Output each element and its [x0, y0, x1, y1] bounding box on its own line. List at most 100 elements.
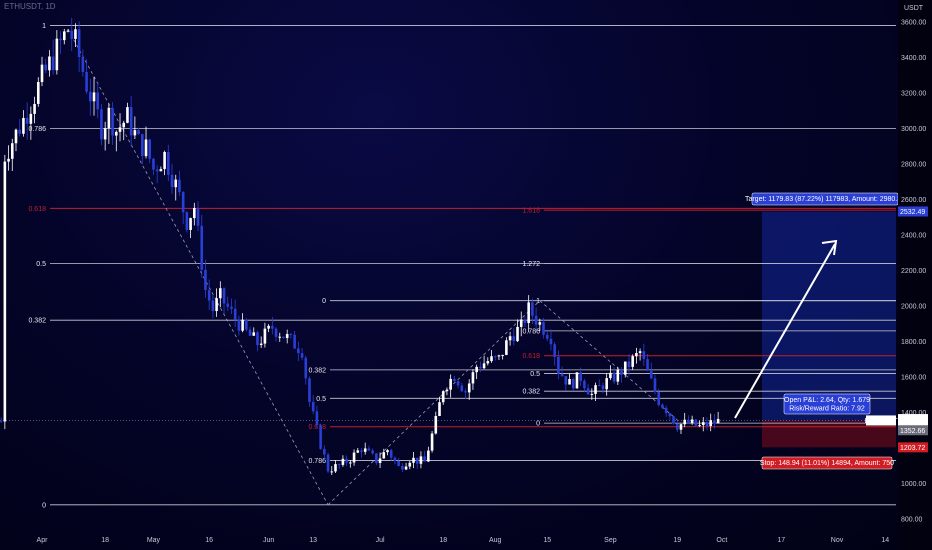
- candle-body: [683, 419, 686, 425]
- candle-body: [259, 343, 263, 346]
- candle-body: [412, 457, 415, 463]
- candle-body: [181, 192, 185, 213]
- candle-body: [471, 372, 475, 384]
- candle-body: [323, 448, 326, 455]
- candle-body: [713, 420, 716, 424]
- fib-mid-level-label: 0.382: [308, 367, 326, 374]
- x-tick-label: Jul: [376, 537, 385, 544]
- candle-body: [103, 128, 107, 140]
- candle-body: [668, 413, 672, 417]
- x-tick-label: Sep: [604, 537, 617, 544]
- pnl-label-text: Open P&L: 2.64, Qty: 1.679: [784, 397, 870, 404]
- candle-body: [542, 322, 545, 335]
- candle-body: [486, 361, 490, 364]
- y-tick-label: 2800.00: [901, 162, 926, 169]
- candle-body: [233, 308, 237, 320]
- candle-body: [516, 326, 519, 342]
- candle-body: [267, 325, 270, 329]
- candle-body: [586, 388, 590, 395]
- y-tick-label: 3000.00: [901, 126, 926, 133]
- candle-body: [211, 300, 215, 312]
- candle-body: [337, 464, 341, 466]
- candle-body: [557, 356, 560, 374]
- x-tick-label: 18: [101, 537, 109, 544]
- candle-body: [527, 302, 530, 324]
- y-tick-label: 3600.00: [901, 20, 926, 27]
- candle-body: [694, 419, 698, 426]
- x-tick-label: May: [147, 537, 161, 544]
- candle-body: [36, 82, 40, 104]
- candle-body: [70, 30, 74, 39]
- candle-body: [137, 130, 140, 135]
- candle-body: [456, 381, 460, 386]
- candle-body: [248, 329, 252, 336]
- candle-body: [679, 424, 683, 430]
- candle-body: [675, 423, 679, 430]
- candle-body: [304, 357, 308, 379]
- candle-body: [14, 129, 18, 144]
- candle-body: [649, 370, 653, 379]
- price-chart[interactable]: 1 0.786 0.618 0.5 0.382 0 0 0.382 0.5 0.618 0.786 1…: [0, 0, 932, 550]
- fib-left-level-label: 0: [42, 502, 46, 509]
- candle-body: [531, 302, 534, 316]
- fib-mid-level-label: 0.5: [316, 396, 326, 403]
- candle-body: [393, 457, 397, 461]
- candle-body: [449, 378, 452, 390]
- candle-body: [3, 161, 7, 422]
- candle-body: [185, 212, 189, 230]
- y-tick-label: 1600.00: [901, 375, 926, 382]
- y-tick-label: 2000.00: [901, 304, 926, 311]
- target-label-text: Target: 1179.83 (87.22%) 117983, Amount:…: [745, 196, 905, 203]
- chart-stage: ETHUSDT, 1D 1 0.786 0.618 0.5 0.382 0 0 0.382 0.…: [0, 0, 932, 550]
- candle-body: [10, 143, 14, 159]
- candle-body: [22, 117, 25, 134]
- candle-body: [419, 456, 423, 464]
- candle-body: [92, 92, 96, 102]
- candle-body: [193, 207, 196, 219]
- candle-body: [375, 453, 378, 463]
- candle-body: [55, 38, 59, 71]
- candle-body: [441, 391, 445, 403]
- candle-body: [438, 402, 441, 416]
- candle-body: [7, 158, 10, 162]
- x-tick-label: Jun: [263, 537, 274, 544]
- candle-body: [308, 378, 311, 402]
- candle-body: [575, 372, 579, 389]
- candle-body: [397, 460, 400, 466]
- candle-body: [386, 450, 389, 453]
- y-tick-label: 1800.00: [901, 339, 926, 346]
- candle-body: [672, 416, 675, 424]
- candle-body: [404, 466, 408, 470]
- candle-body: [282, 336, 285, 339]
- candle-body: [605, 378, 608, 390]
- candle-body: [237, 319, 241, 331]
- candle-body: [77, 29, 81, 58]
- candle-body: [363, 448, 367, 452]
- candle-body: [508, 336, 512, 341]
- fib-right-level-label: 0.786: [522, 328, 540, 335]
- x-tick-label: 16: [205, 537, 213, 544]
- candle-body: [423, 456, 426, 462]
- trendline: [67, 28, 329, 505]
- candle-body: [631, 356, 634, 367]
- pnl-label-text: Risk/Reward Ratio: 7.92: [789, 406, 865, 413]
- price-tag-label: 2532.49: [900, 209, 925, 216]
- fib-right-level-label: 1.618: [522, 208, 540, 215]
- candle-body: [222, 288, 226, 304]
- candle-body: [319, 425, 322, 449]
- candle-body: [497, 355, 501, 357]
- candle-body: [560, 373, 564, 377]
- candle-body: [256, 332, 259, 346]
- candle-body: [623, 361, 627, 375]
- y-tick-label: 2400.00: [901, 233, 926, 240]
- candle-body: [549, 338, 553, 345]
- candle-body: [129, 107, 133, 136]
- candle-body: [345, 458, 348, 463]
- candle-body: [490, 356, 493, 362]
- candle-body: [545, 334, 549, 339]
- x-tick-label: Aug: [489, 537, 502, 544]
- candle-body: [512, 336, 516, 342]
- candle-body: [594, 385, 597, 394]
- fib-right-level-label: 0.618: [522, 353, 540, 360]
- y-tick-label: 800.00: [901, 517, 923, 524]
